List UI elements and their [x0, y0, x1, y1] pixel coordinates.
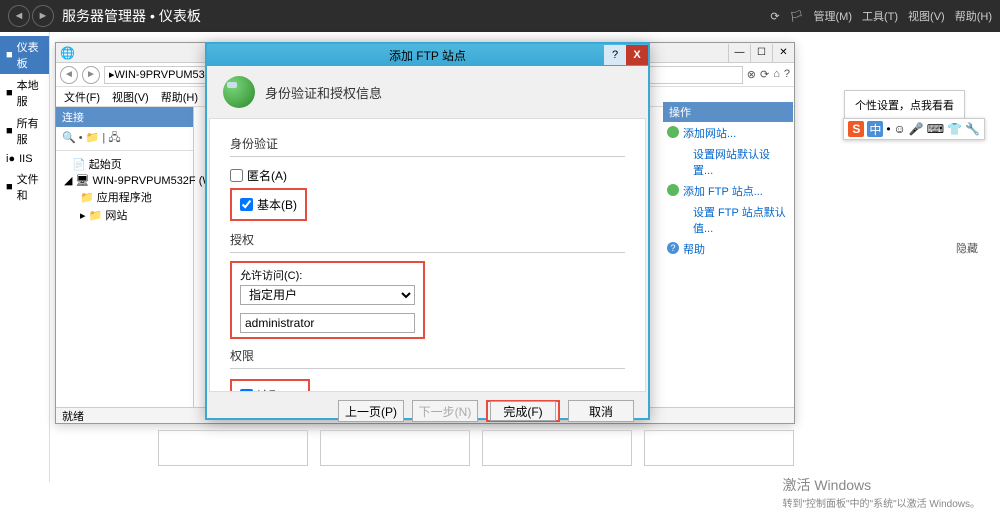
- breadcrumb-root: 服务器管理器: [62, 6, 146, 26]
- finish-highlight: 完成(F): [486, 400, 560, 422]
- nav-forward-button[interactable]: ►: [32, 5, 54, 27]
- basic-checkbox[interactable]: [240, 198, 253, 211]
- tile-2[interactable]: [320, 430, 470, 466]
- anonymous-checkbox-row[interactable]: 匿名(A): [230, 165, 625, 186]
- tile-4[interactable]: [644, 430, 794, 466]
- perm-highlight: 读取(D) 写入(W): [230, 379, 310, 392]
- next-button: 下一步(N): [412, 400, 478, 422]
- basic-label: 基本(B): [257, 196, 297, 213]
- watermark-line2: 转到"控制面板"中的"系统"以激活 Windows。: [782, 495, 980, 510]
- ftp-window-title: 添加 FTP 站点: [389, 47, 466, 64]
- personalize-tip[interactable]: 个性设置，点我看看: [844, 90, 965, 120]
- tree-server-node[interactable]: ◢ 🖥 WIN-9PRVPUM532F (WIN-: [60, 173, 189, 188]
- iis-connections-pane: 连接 🔍 • 📁 | 🖧 📄 起始页 ◢ 🖥 WIN-9PRVPUM532F (…: [56, 107, 194, 407]
- ime-s-icon[interactable]: S: [848, 121, 864, 137]
- ime-emoji-icon[interactable]: ☺: [894, 122, 906, 136]
- iis-menu-help[interactable]: 帮助(H): [161, 89, 198, 105]
- activate-windows-watermark: 激活 Windows 转到"控制面板"中的"系统"以激活 Windows。: [782, 475, 980, 510]
- iis-icon: 🌐: [56, 46, 79, 60]
- iis-back-button[interactable]: ◄: [60, 66, 78, 84]
- perm-section-label: 权限: [230, 347, 625, 364]
- ime-toolbar[interactable]: S 中 • ☺ 🎤 ⌨ 👕 🔧: [843, 118, 985, 140]
- close-button[interactable]: ✕: [772, 44, 794, 62]
- ftp-titlebar: 添加 FTP 站点 ? X: [207, 44, 648, 66]
- sidebar-item-all[interactable]: ■所有服: [0, 112, 49, 150]
- iis-menu-file[interactable]: 文件(F): [64, 89, 100, 105]
- basic-checkbox-row[interactable]: 基本(B): [240, 194, 297, 215]
- actions-header: 操作: [663, 102, 793, 122]
- tile-1[interactable]: [158, 430, 308, 466]
- authz-highlight: 允许访问(C): 指定用户: [230, 261, 425, 339]
- server-manager-sidebar: ■仪表板 ■本地服 ■所有服 i●IIS ■文件和: [0, 32, 50, 482]
- authz-section-label: 授权: [230, 231, 625, 248]
- prev-button[interactable]: 上一页(P): [338, 400, 404, 422]
- anonymous-checkbox[interactable]: [230, 169, 243, 182]
- flag-icon[interactable]: 🏳: [790, 10, 804, 23]
- action-add-site[interactable]: 添加网站...: [663, 122, 793, 144]
- sidebar-item-dashboard[interactable]: ■仪表板: [0, 36, 49, 74]
- ime-zh-icon[interactable]: 中: [867, 121, 883, 137]
- tile-3[interactable]: [482, 430, 632, 466]
- nav-back-button[interactable]: ◄: [8, 5, 30, 27]
- menu-manage[interactable]: 管理(M): [814, 8, 853, 24]
- finish-button[interactable]: 完成(F): [490, 401, 556, 421]
- watermark-line1: 激活 Windows: [782, 475, 980, 495]
- ime-tool-icon[interactable]: 🔧: [965, 122, 980, 136]
- menu-view[interactable]: 视图(V): [908, 8, 945, 24]
- ftp-close-button[interactable]: X: [626, 45, 648, 65]
- tree-start-page[interactable]: 📄 起始页: [60, 155, 189, 173]
- iis-help-icon[interactable]: ?: [784, 68, 790, 81]
- refresh-icon[interactable]: ⟳: [770, 10, 779, 23]
- ftp-wizard-header: 身份验证和授权信息: [207, 66, 648, 118]
- iis-refresh-icon[interactable]: ⟳: [760, 68, 769, 81]
- menu-help[interactable]: 帮助(H): [955, 8, 992, 24]
- ftp-page-title: 身份验证和授权信息: [265, 83, 382, 102]
- dashboard-tiles: [158, 430, 794, 466]
- allow-access-select[interactable]: 指定用户: [240, 285, 415, 305]
- hide-button[interactable]: 隐藏: [956, 240, 978, 256]
- ime-shirt-icon[interactable]: 👕: [947, 122, 962, 136]
- tree-app-pools[interactable]: 📁 应用程序池: [60, 188, 189, 206]
- connections-header: 连接: [56, 107, 193, 127]
- sidebar-item-iis[interactable]: i●IIS: [0, 150, 49, 168]
- breadcrumb-page: 仪表板: [159, 6, 201, 26]
- iis-forward-button[interactable]: ►: [82, 66, 100, 84]
- basic-highlight: 基本(B): [230, 188, 307, 221]
- breadcrumb: 服务器管理器 • 仪表板: [62, 6, 201, 26]
- action-site-defaults[interactable]: 设置网站默认设置...: [663, 144, 793, 180]
- tree-sites[interactable]: ▸ 📁 网站: [60, 206, 189, 224]
- iis-stop-icon[interactable]: ⊗: [747, 68, 756, 81]
- anonymous-label: 匿名(A): [247, 167, 287, 184]
- iis-menu-view[interactable]: 视图(V): [112, 89, 149, 105]
- action-add-ftp[interactable]: 添加 FTP 站点...: [663, 180, 793, 202]
- sidebar-item-local[interactable]: ■本地服: [0, 74, 49, 112]
- user-input[interactable]: [240, 313, 415, 333]
- iis-actions-pane: 操作 添加网站... 设置网站默认设置... 添加 FTP 站点... 设置 F…: [663, 102, 793, 260]
- ime-keyboard-icon[interactable]: ⌨: [927, 122, 944, 136]
- action-help[interactable]: 帮助: [663, 238, 793, 260]
- minimize-button[interactable]: —: [728, 44, 750, 62]
- add-ftp-site-wizard: 添加 FTP 站点 ? X 身份验证和授权信息 身份验证 匿名(A) 基本(B)…: [205, 42, 650, 420]
- ime-punct-icon[interactable]: •: [886, 122, 890, 136]
- action-ftp-defaults[interactable]: 设置 FTP 站点默认值...: [663, 202, 793, 238]
- globe-icon: [223, 76, 255, 108]
- sidebar-item-file[interactable]: ■文件和: [0, 168, 49, 206]
- menu-tools[interactable]: 工具(T): [862, 8, 898, 24]
- cancel-button[interactable]: 取消: [568, 400, 634, 422]
- read-checkbox-row[interactable]: 读取(D): [240, 385, 300, 392]
- ime-mic-icon[interactable]: 🎤: [909, 122, 924, 136]
- breadcrumb-sep: •: [150, 8, 155, 24]
- server-manager-titlebar: ◄ ► 服务器管理器 • 仪表板 ⟳ 🏳 管理(M) 工具(T) 视图(V) 帮…: [0, 0, 1000, 32]
- auth-section-label: 身份验证: [230, 135, 625, 152]
- ftp-help-button[interactable]: ?: [604, 45, 626, 65]
- connections-toolbar[interactable]: 🔍 • 📁 | 🖧: [56, 127, 193, 151]
- maximize-button[interactable]: ☐: [750, 44, 772, 62]
- allow-access-label: 允许访问(C):: [240, 267, 415, 283]
- iis-home-icon[interactable]: ⌂: [773, 68, 780, 81]
